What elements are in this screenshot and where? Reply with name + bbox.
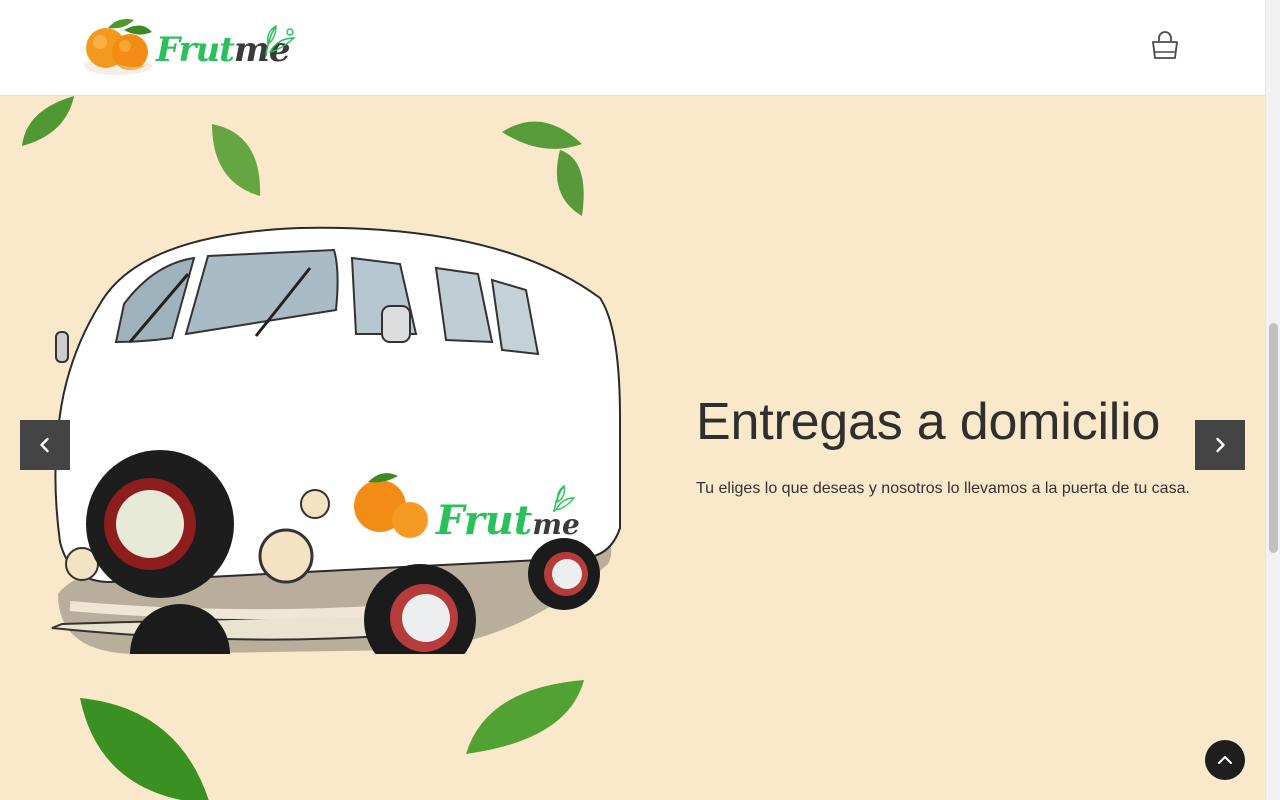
logo-sprout-icon bbox=[265, 24, 296, 57]
chevron-up-icon bbox=[1218, 756, 1232, 764]
logo-text-frut: Frut bbox=[156, 30, 235, 70]
scrollbar-thumb[interactable] bbox=[1269, 323, 1278, 553]
site-header: Frutme bbox=[0, 0, 1265, 96]
scroll-to-top-button[interactable] bbox=[1205, 740, 1245, 780]
leaf-decoration bbox=[212, 124, 261, 196]
slider-prev-button[interactable] bbox=[20, 420, 70, 470]
chevron-left-icon bbox=[40, 437, 49, 453]
chevron-right-icon bbox=[1216, 437, 1225, 453]
van-logo-me: me bbox=[532, 508, 579, 541]
shopping-bag-icon bbox=[1152, 31, 1178, 59]
hero-description: Tu eliges lo que deseas y nosotros lo ll… bbox=[696, 480, 1190, 497]
leaf-decoration bbox=[22, 96, 74, 146]
leaf-decoration bbox=[502, 121, 584, 216]
van-logo-frut: Frut bbox=[435, 497, 533, 544]
leaf-decoration bbox=[80, 698, 209, 800]
delivery-van-illustration: Frutme bbox=[51, 226, 621, 654]
page-scrollbar[interactable] bbox=[1265, 0, 1280, 800]
page: Frutme Frutme Entregas a domicilio Tu el… bbox=[0, 0, 1280, 800]
hero-title: Entregas a domicilio bbox=[696, 393, 1161, 451]
cart-button[interactable] bbox=[1150, 30, 1180, 62]
slider-next-button[interactable] bbox=[1195, 420, 1245, 470]
hero-slider: Frutme Entregas a domicilio Tu eliges lo… bbox=[0, 96, 1265, 800]
leaf-decoration bbox=[466, 680, 584, 754]
